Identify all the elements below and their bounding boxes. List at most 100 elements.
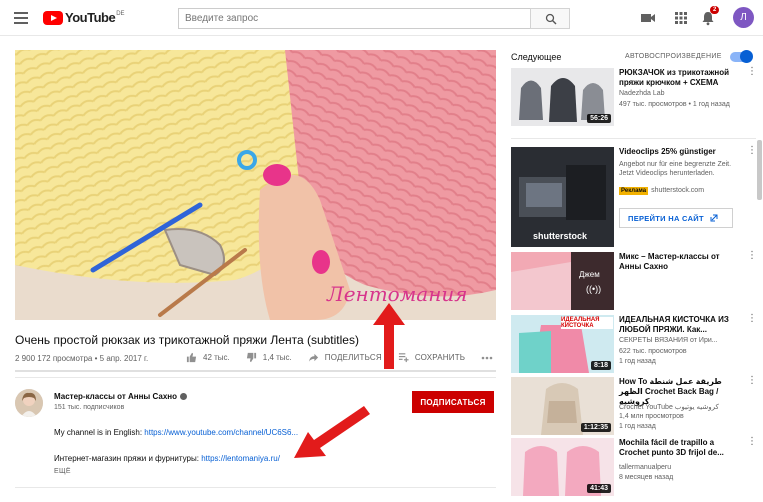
account-avatar[interactable]: Л <box>733 7 754 28</box>
like-count: 42 тыс. <box>203 353 230 362</box>
video-player[interactable]: Лентомания <box>15 50 496 320</box>
ad-attribution: Реклама shutterstock.com <box>619 187 704 195</box>
like-button[interactable]: 42 тыс. <box>186 352 230 363</box>
channel-name[interactable]: Мастер-классы от Анны Сахно <box>54 392 187 401</box>
more-vertical-icon[interactable]: ⋮ <box>747 376 757 386</box>
video-duration: 1:12:35 <box>580 423 611 432</box>
english-channel-link[interactable]: https://www.youtube.com/channel/UC6S6... <box>144 428 298 437</box>
scrollbar[interactable] <box>757 140 762 200</box>
channel-name: Crochet YouTube كروشيه يوتيوب <box>619 404 719 411</box>
view-count: 1,4 млн просмотров <box>619 413 684 420</box>
divider <box>15 487 496 488</box>
more-vertical-icon[interactable]: ⋮ <box>747 251 757 261</box>
more-vertical-icon[interactable]: ⋮ <box>747 146 757 156</box>
channel-avatar-image <box>15 389 43 417</box>
divider <box>511 138 756 139</box>
view-count: 2 900 172 просмотра <box>15 354 93 363</box>
video-actions: 42 тыс. 1,4 тыс. ПОДЕЛИТЬСЯ СОХРАНИТЬ <box>186 352 515 363</box>
channel-avatar[interactable] <box>15 389 43 417</box>
view-count: 622 тыс. просмотров <box>619 348 687 355</box>
upload-age: 8 месяцев назад <box>619 474 674 481</box>
dislike-count: 1,4 тыс. <box>262 353 292 362</box>
ad-thumbnail: shutterstock <box>511 147 614 247</box>
more-vertical-icon[interactable]: ⋮ <box>747 314 757 324</box>
search-input[interactable] <box>178 8 530 29</box>
show-more-button[interactable]: ЕЩЁ <box>54 468 71 475</box>
mix-broadcast-icon: ((•)) <box>586 284 602 294</box>
guide-menu-button[interactable] <box>14 12 28 24</box>
video-frame <box>15 50 496 320</box>
save-label: СОХРАНИТЬ <box>414 353 466 362</box>
apps-grid-icon[interactable] <box>673 10 689 26</box>
subscriber-count: 151 тыс. подписчиков <box>54 404 125 411</box>
video-thumbnail: 1:12:35 <box>511 377 614 435</box>
publish-date: 5 апр. 2017 г. <box>99 354 149 363</box>
sponsored-item[interactable]: shutterstock Videoclips 25% günstiger An… <box>511 146 757 247</box>
mix-label: Джем <box>579 270 600 279</box>
video-title: Очень простой рюкзак из трикотажной пряж… <box>15 333 359 347</box>
channel-name: Nadezhda Lab <box>619 90 665 97</box>
autoplay-label: АВТОВОСПРОИЗВЕДЕНИЕ <box>625 53 722 60</box>
video-title: Mochila fácil de trapillo a Crochet punt… <box>619 438 724 457</box>
description-line-2: Интернет-магазин пряжи и фурнитуры: http… <box>54 454 280 463</box>
more-vertical-icon[interactable]: ⋮ <box>747 437 757 447</box>
video-title: Микс – Мастер-классы от Анны Сахно <box>619 252 720 271</box>
video-thumbnail: 41:43 <box>511 438 614 496</box>
recommended-video[interactable]: 41:43 Mochila fácil de trapillo a Croche… <box>511 437 757 498</box>
upload-age: 1 год назад <box>619 358 656 365</box>
external-link-icon <box>710 214 718 221</box>
channel-name: СЕКРЕТЫ ВЯЗАНИЯ от Ири... <box>619 337 718 344</box>
thumbnail-caption: ИДЕАЛЬНАЯ КИСТОЧКА <box>561 317 613 329</box>
visit-site-button[interactable]: ПЕРЕЙТИ НА САЙТ <box>619 208 733 228</box>
channel-name-text: Мастер-классы от Анны Сахно <box>54 392 177 401</box>
save-button[interactable]: СОХРАНИТЬ <box>398 352 465 363</box>
autoplay-toggle[interactable] <box>730 50 753 63</box>
progress-bar[interactable] <box>15 370 496 372</box>
recommended-video[interactable]: 1:12:35 How To طريقة عمل شنطة الظهر Croc… <box>511 376 757 437</box>
recommended-video[interactable]: 56:26 РЮКЗАЧОК из трикотажной пряжи крюч… <box>511 67 757 128</box>
ad-title: Videoclips 25% günstiger <box>619 147 716 156</box>
video-thumbnail: 56:26 <box>511 68 614 126</box>
ad-badge: Реклама <box>619 187 649 195</box>
youtube-logo[interactable]: YouTube DE <box>43 10 125 25</box>
divider <box>15 377 496 378</box>
description-text-1: My channel is in English: <box>54 428 145 437</box>
share-button[interactable]: ПОДЕЛИТЬСЯ <box>308 352 382 363</box>
up-next-heading: Следующее <box>511 52 562 62</box>
dislike-button[interactable]: 1,4 тыс. <box>246 352 292 363</box>
thumbnail-image <box>511 252 614 310</box>
youtube-play-icon <box>43 10 63 25</box>
video-meta: 497 тыс. просмотров • 1 год назад <box>619 101 730 108</box>
logo-region: DE <box>116 11 125 17</box>
ad-brand-overlay: shutterstock <box>533 231 588 241</box>
logo-text: YouTube <box>65 10 116 25</box>
video-meta: 2 900 172 просмотра • 5 апр. 2017 г. <box>15 354 149 363</box>
recommended-video[interactable]: ИДЕАЛЬНАЯ КИСТОЧКА 8:18 ИДЕАЛЬНАЯ КИСТОЧ… <box>511 314 757 375</box>
shop-link[interactable]: https://lentomaniya.ru/ <box>201 454 280 463</box>
video-thumbnail: ИДЕАЛЬНАЯ КИСТОЧКА 8:18 <box>511 315 614 373</box>
search-box <box>178 8 570 29</box>
mix-thumbnail: Джем ((•)) <box>511 252 614 310</box>
annotation-arrow-up <box>373 303 405 369</box>
subscribe-button[interactable]: ПОДПИСАТЬСЯ <box>412 391 494 413</box>
share-icon <box>308 353 318 362</box>
more-horizontal-icon <box>481 356 493 359</box>
description-text-2: Интернет-магазин пряжи и фурнитуры: <box>54 454 202 463</box>
advertiser: shutterstock.com <box>651 187 705 194</box>
description-line-1: My channel is in English: https://www.yo… <box>54 428 298 437</box>
upload-video-icon[interactable] <box>640 10 656 26</box>
more-actions-button[interactable] <box>481 356 499 360</box>
search-button[interactable] <box>530 8 570 29</box>
video-duration: 56:26 <box>587 114 611 123</box>
upload-age: 1 год назад <box>619 423 656 430</box>
verified-badge-icon <box>179 393 187 400</box>
video-title: РЮКЗАЧОК из трикотажной пряжи крючком + … <box>619 68 729 87</box>
video-duration: 41:43 <box>587 484 611 493</box>
more-vertical-icon[interactable]: ⋮ <box>747 67 757 77</box>
ad-description: Angebot nur für eine begrenzte Zeit. Jet… <box>619 161 732 177</box>
channel-name: tallermanualperu <box>619 464 672 471</box>
mix-playlist[interactable]: Джем ((•)) Микс – Мастер-классы от Анны … <box>511 251 757 312</box>
thumbs-down-icon <box>246 352 256 363</box>
thumbs-up-icon <box>186 352 197 363</box>
visit-site-label: ПЕРЕЙТИ НА САЙТ <box>628 213 704 223</box>
